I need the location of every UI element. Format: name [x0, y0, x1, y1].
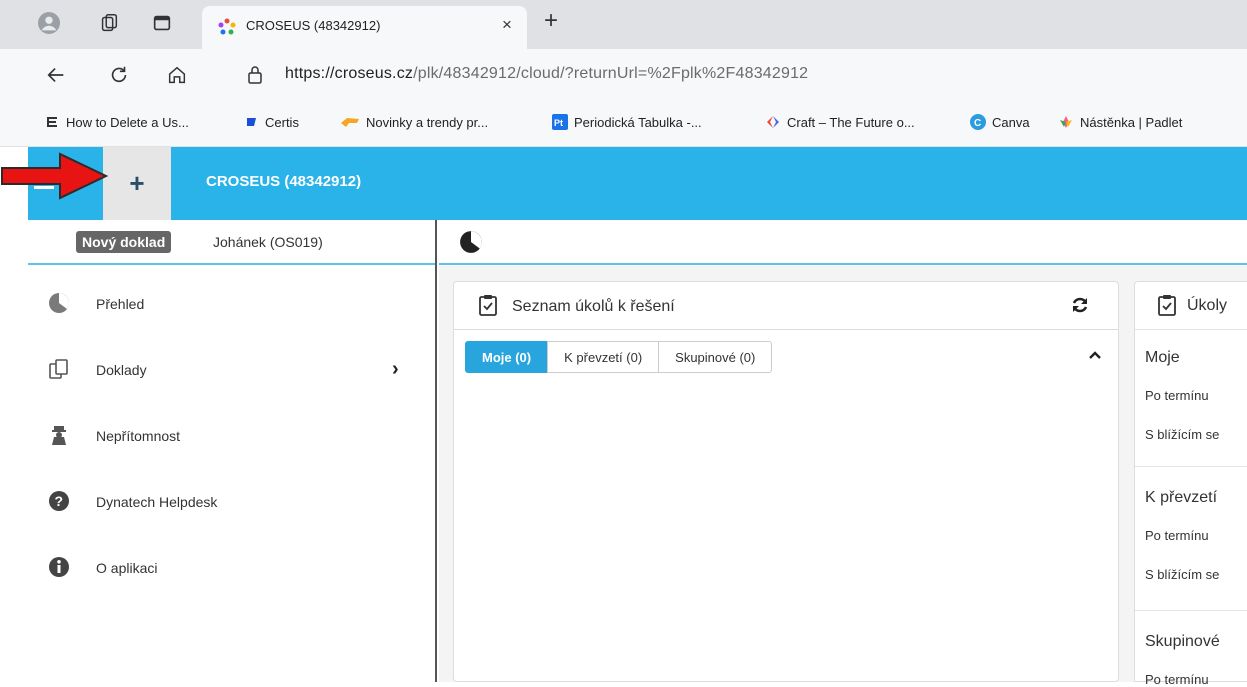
e-icon: [47, 117, 57, 127]
overview-icon: [49, 293, 69, 313]
tasks-panel-header: Seznam úkolů k řešení: [454, 282, 1118, 330]
group-divider: [1135, 610, 1247, 611]
bookmark-item[interactable]: How to Delete a Us...: [44, 114, 189, 130]
tab-to-take-over[interactable]: K převzetí (0): [547, 341, 660, 373]
svg-text:Pt: Pt: [554, 118, 563, 128]
craft-icon: [767, 116, 779, 128]
new-document-button[interactable]: +: [103, 147, 171, 220]
group-item[interactable]: Po termínu: [1145, 528, 1209, 543]
bookmark-item[interactable]: Certis: [243, 114, 299, 130]
canva-icon: C: [970, 114, 986, 130]
bookmark-item[interactable]: Craft – The Future o...: [765, 114, 915, 130]
help-icon: ?: [49, 491, 69, 511]
hand-icon: [341, 118, 359, 127]
clipboard-check-icon: [479, 295, 497, 316]
sidebar-item-absence[interactable]: Nepřítomnost: [28, 416, 435, 456]
padlet-icon: [1060, 116, 1072, 128]
svg-text:?: ?: [55, 493, 64, 509]
tab-mine[interactable]: Moje (0): [465, 341, 549, 373]
bookmarks-bar: How to Delete a Us... Certis Novinky a t…: [0, 101, 1247, 147]
task-tabs: Moje (0) K převzetí (0) Skupinové (0): [465, 341, 773, 373]
bookmark-item[interactable]: Novinky a trendy pr...: [340, 114, 488, 130]
tasks-summary-panel: Úkoly Moje Po termínu S blížícím se K př…: [1134, 281, 1247, 687]
chevron-right-icon[interactable]: ›: [392, 358, 399, 381]
user-name[interactable]: Johánek (OS019): [213, 234, 323, 250]
app-title: CROSEUS (48342912): [206, 173, 362, 190]
lock-icon[interactable]: [246, 65, 264, 85]
group-item[interactable]: Po termínu: [1145, 672, 1209, 687]
app-header: + CROSEUS (48342912): [28, 147, 1247, 220]
collections-icon[interactable]: [98, 12, 120, 34]
tasks-panel-title: Seznam úkolů k řešení: [512, 298, 675, 315]
sidebar-item-about[interactable]: O aplikaci: [28, 548, 435, 588]
refresh-icon[interactable]: [1070, 295, 1090, 315]
tab-title: CROSEUS (48342912): [246, 18, 381, 33]
tab-actions-icon[interactable]: [151, 12, 173, 34]
absence-icon: [52, 426, 66, 445]
group-item[interactable]: S blížícím se: [1145, 567, 1219, 582]
tab-group[interactable]: Skupinové (0): [658, 341, 773, 373]
croseus-favicon-icon: [218, 18, 236, 35]
group-item[interactable]: Po termínu: [1145, 388, 1209, 403]
group-item[interactable]: S blížícím se: [1145, 427, 1219, 442]
url-path: /plk/48342912/cloud/?returnUrl=%2Fplk%2F…: [413, 65, 809, 82]
url-field[interactable]: https://croseus.cz/plk/48342912/cloud/?r…: [285, 65, 808, 83]
home-icon[interactable]: [166, 64, 188, 86]
group-heading: K převzetí: [1145, 489, 1218, 506]
group-heading: Moje: [1145, 349, 1180, 366]
profile-icon[interactable]: [38, 12, 60, 34]
sidebar-item-documents[interactable]: Doklady ›: [28, 350, 435, 390]
new-document-tooltip: Nový doklad: [76, 231, 172, 253]
clipboard-check-icon: [1158, 295, 1176, 316]
bookmark-item[interactable]: Nástěnka | Padlet: [1058, 114, 1182, 130]
sidebar-item-overview[interactable]: Přehled: [28, 284, 435, 324]
new-tab-button[interactable]: +: [544, 7, 558, 35]
summary-panel-title: Úkoly: [1187, 297, 1228, 314]
group-heading: Skupinové: [1145, 633, 1220, 650]
pt-icon: Pt: [552, 114, 568, 130]
info-icon: [49, 557, 69, 577]
browser-tab[interactable]: CROSEUS (48342912) ×: [202, 6, 527, 49]
blue-flag-icon: [247, 118, 256, 126]
bookmark-item[interactable]: Pt Periodická Tabulka -...: [552, 114, 702, 130]
documents-icon: [49, 359, 68, 379]
summary-header-divider: [1135, 329, 1247, 330]
user-row: Nový doklad Johánek (OS019): [28, 220, 435, 265]
chevron-up-icon[interactable]: [1088, 349, 1102, 361]
refresh-icon[interactable]: [108, 64, 130, 86]
browser-tab-bar: CROSEUS (48342912) × +: [0, 0, 1247, 49]
svg-text:C: C: [974, 118, 981, 129]
bookmark-item[interactable]: C Canva: [970, 114, 1030, 130]
red-arrow-annotation-icon: [1, 152, 109, 200]
tab-close-icon[interactable]: ×: [502, 15, 512, 35]
main-toolbar: [439, 220, 1247, 265]
group-divider: [1135, 466, 1247, 467]
address-bar-row: https://croseus.cz/plk/48342912/cloud/?r…: [0, 49, 1247, 101]
overview-logo-icon[interactable]: [459, 230, 483, 254]
tasks-panel: Seznam úkolů k řešení Moje (0) K převzet…: [453, 281, 1119, 682]
sidebar: Nový doklad Johánek (OS019) Přehled Dokl…: [28, 220, 437, 682]
url-host: https://croseus.cz: [285, 65, 414, 82]
sidebar-item-helpdesk[interactable]: ? Dynatech Helpdesk: [28, 482, 435, 522]
back-icon[interactable]: [45, 64, 67, 86]
